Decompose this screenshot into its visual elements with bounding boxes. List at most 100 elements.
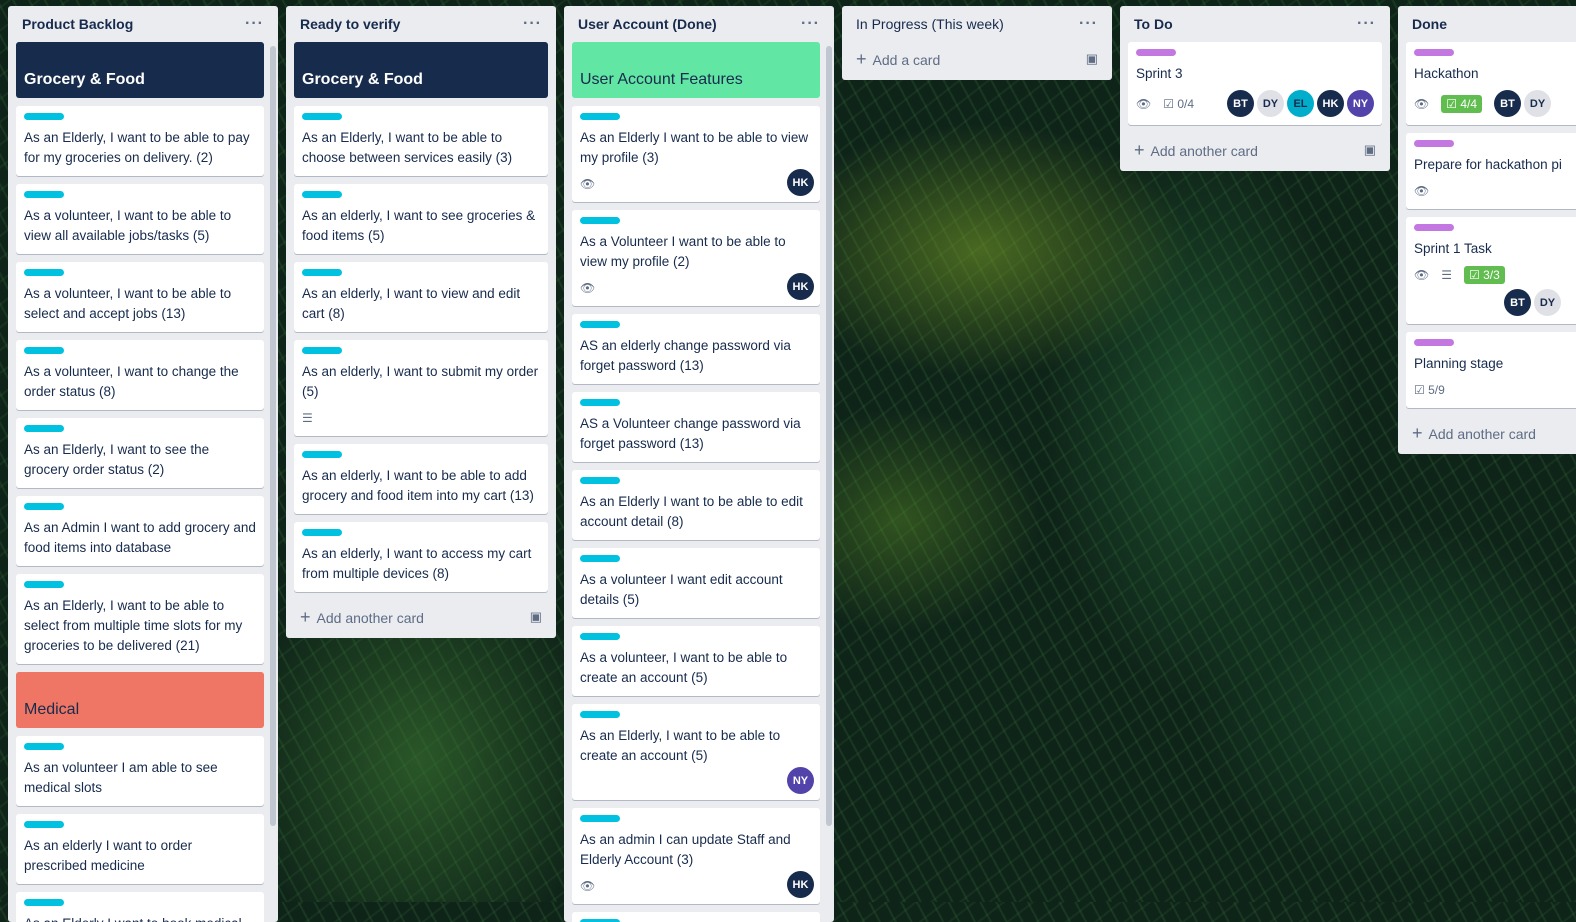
list-title[interactable]: Done xyxy=(1412,16,1447,32)
card[interactable]: As a volunteer, I want to change the ord… xyxy=(16,340,264,410)
card-template-icon[interactable]: ▣ xyxy=(1364,142,1376,158)
card-label[interactable] xyxy=(302,269,342,276)
card-template-icon[interactable]: ▣ xyxy=(530,609,542,625)
card-label[interactable] xyxy=(24,821,64,828)
add-card-button[interactable]: + Add another card xyxy=(1406,416,1576,450)
card[interactable]: As an Elderly, I want to be able to sele… xyxy=(16,574,264,664)
card-label[interactable] xyxy=(24,899,64,906)
card[interactable]: AS a Volunteer change password via forge… xyxy=(572,392,820,462)
card-label[interactable] xyxy=(1136,49,1176,56)
card-label[interactable] xyxy=(302,113,342,120)
member-avatar[interactable]: HK xyxy=(787,169,814,196)
card-label[interactable] xyxy=(1414,140,1454,147)
card-template-icon[interactable]: ▣ xyxy=(1086,51,1098,67)
card[interactable]: As an Elderly I want to be able to edit … xyxy=(572,470,820,540)
card-label[interactable] xyxy=(24,581,64,588)
card-label[interactable] xyxy=(580,815,620,822)
member-avatar[interactable]: HK xyxy=(787,871,814,898)
card[interactable]: Sprint 3 👁 ☑ 0/4 BT DY EL HK NY xyxy=(1128,42,1382,125)
card[interactable]: Planning stage ☑ 5/9 xyxy=(1406,332,1576,408)
card-label[interactable] xyxy=(24,191,64,198)
card-label[interactable] xyxy=(24,503,64,510)
card-label[interactable] xyxy=(580,113,620,120)
card[interactable]: Hackathon 👁 ☑ 4/4 BT DY xyxy=(1406,42,1576,125)
list-title[interactable]: Product Backlog xyxy=(22,16,133,32)
card[interactable]: As an volunteer I am able to see medical… xyxy=(16,736,264,806)
card-label[interactable] xyxy=(302,529,342,536)
list-scrollbar[interactable] xyxy=(826,46,832,826)
card-label[interactable] xyxy=(24,113,64,120)
section-header-card[interactable]: Grocery & Food xyxy=(16,42,264,98)
card-label[interactable] xyxy=(302,191,342,198)
section-header-card[interactable]: User Account Features xyxy=(572,42,820,98)
list-title[interactable]: Ready to verify xyxy=(300,16,400,32)
card-label[interactable] xyxy=(302,451,342,458)
card-label[interactable] xyxy=(24,743,64,750)
card-label[interactable] xyxy=(1414,339,1454,346)
list-menu-icon[interactable]: ··· xyxy=(1079,15,1098,33)
card-label[interactable] xyxy=(1414,49,1454,56)
card-label[interactable] xyxy=(24,425,64,432)
card[interactable]: As an admin I can update Staff and Elder… xyxy=(572,808,820,904)
card-label[interactable] xyxy=(1414,224,1454,231)
card[interactable]: As an Elderly I want to book medical app… xyxy=(16,892,264,922)
member-avatar[interactable]: NY xyxy=(1347,90,1374,117)
card[interactable]: As an Elderly, I want to be able to crea… xyxy=(572,704,820,800)
card[interactable]: As an elderly I want to order prescribed… xyxy=(16,814,264,884)
card[interactable]: As an elderly, I want to be able to add … xyxy=(294,444,548,514)
list-menu-icon[interactable]: ··· xyxy=(1357,15,1376,33)
card[interactable]: As a Volunteer I want to be able to view… xyxy=(572,210,820,306)
card[interactable]: Sprint 1 Task 👁 ☰ ☑ 3/3 BT DY xyxy=(1406,217,1576,324)
add-card-button[interactable]: + Add another card ▣ xyxy=(1128,133,1382,167)
card-label[interactable] xyxy=(580,633,620,640)
card-label[interactable] xyxy=(302,347,342,354)
card[interactable]: As a volunteer I want edit account detai… xyxy=(572,548,820,618)
member-avatar[interactable]: DY xyxy=(1534,289,1561,316)
member-avatar[interactable]: BT xyxy=(1504,289,1531,316)
card-label[interactable] xyxy=(580,555,620,562)
member-avatar[interactable]: DY xyxy=(1524,90,1552,117)
card-label[interactable] xyxy=(24,269,64,276)
member-avatar[interactable]: HK xyxy=(1317,90,1344,117)
member-avatar[interactable]: BT xyxy=(1227,90,1254,117)
card-label[interactable] xyxy=(24,347,64,354)
card[interactable]: As an elderly, I want to view and edit c… xyxy=(294,262,548,332)
card-title: Planning stage xyxy=(1414,356,1504,371)
card[interactable]: As an Elderly I want to be able to view … xyxy=(572,106,820,202)
card[interactable]: Prepare for hackathon pi 👁 xyxy=(1406,133,1576,209)
card[interactable]: As an Admin I want to add grocery and fo… xyxy=(16,496,264,566)
section-header-card[interactable]: Grocery & Food xyxy=(294,42,548,98)
card[interactable]: As an elderly, I want to access my cart … xyxy=(294,522,548,592)
card[interactable]: AS an elderly change password via forget… xyxy=(572,314,820,384)
member-avatar[interactable]: DY xyxy=(1257,90,1284,117)
card[interactable]: As an Elderly, I want to be able to choo… xyxy=(294,106,548,176)
card[interactable]: As an elderly, I want to submit my order… xyxy=(294,340,548,436)
card-label[interactable] xyxy=(580,217,620,224)
add-card-button[interactable]: + Add another card ▣ xyxy=(294,600,548,634)
card[interactable]: As an Elderly, I want to be able to pay … xyxy=(16,106,264,176)
list-menu-icon[interactable]: ··· xyxy=(523,15,542,33)
card-label[interactable] xyxy=(580,399,620,406)
card[interactable]: As a volunteer, I want to be able to vie… xyxy=(16,184,264,254)
list-title[interactable]: User Account (Done) xyxy=(578,16,717,32)
card[interactable]: As an Elderly, I want to see the grocery… xyxy=(16,418,264,488)
card[interactable]: As a volunteer, I want to be able to sel… xyxy=(16,262,264,332)
member-avatar[interactable]: HK xyxy=(787,273,814,300)
card[interactable]: As a volunteer, I want to be able to cre… xyxy=(572,626,820,696)
card[interactable] xyxy=(572,912,820,922)
list-title[interactable]: In Progress (This week) xyxy=(856,16,1004,32)
member-avatar[interactable]: BT xyxy=(1494,90,1522,117)
member-avatar[interactable]: EL xyxy=(1287,90,1314,117)
list-menu-icon[interactable]: ··· xyxy=(801,15,820,33)
list-title[interactable]: To Do xyxy=(1134,16,1173,32)
list-scrollbar[interactable] xyxy=(270,46,276,826)
card-label[interactable] xyxy=(580,321,620,328)
member-avatar[interactable]: NY xyxy=(787,767,814,794)
card[interactable]: As an elderly, I want to see groceries &… xyxy=(294,184,548,254)
card-members: BT DY xyxy=(1494,90,1552,117)
list-menu-icon[interactable]: ··· xyxy=(245,15,264,33)
add-card-button[interactable]: + Add a card ▣ xyxy=(850,42,1104,76)
card-label[interactable] xyxy=(580,711,620,718)
section-header-card[interactable]: Medical xyxy=(16,672,264,728)
card-label[interactable] xyxy=(580,477,620,484)
